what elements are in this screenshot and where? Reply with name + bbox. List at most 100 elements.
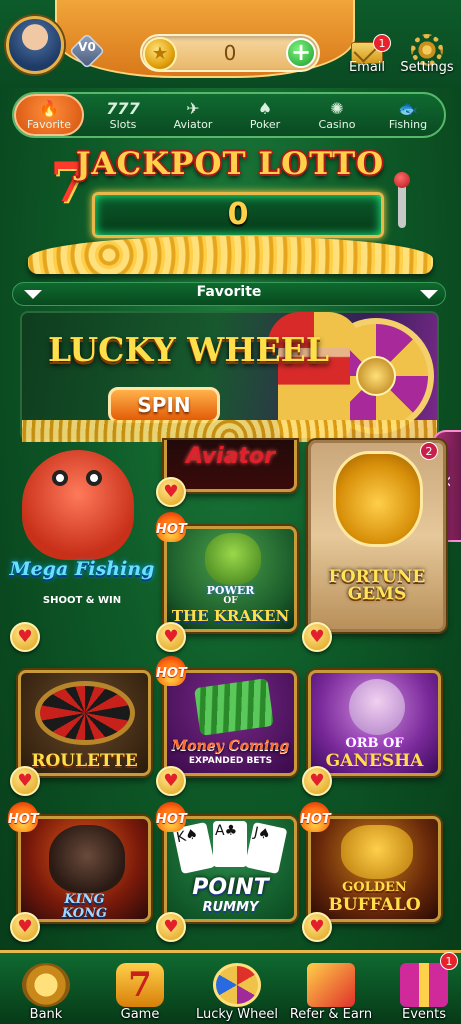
- nav-label: Refer & Earn: [289, 1007, 373, 1022]
- favorite-heart-icon[interactable]: ♥: [10, 912, 40, 942]
- game-title: Mega Fishing: [9, 558, 155, 580]
- game-orb-of-ganesha[interactable]: ORB OF GANESHA: [308, 670, 441, 776]
- favorite-heart-icon[interactable]: ♥: [302, 912, 332, 942]
- favorite-heart-icon[interactable]: ♥: [156, 477, 186, 507]
- game-title: ROULETTE: [31, 751, 138, 771]
- jackpot-title: JACKPOT LOTTO: [75, 146, 385, 182]
- favorite-heart-icon[interactable]: ♥: [302, 622, 332, 652]
- game-power-of-the-kraken[interactable]: POWER OF THE KRAKEN: [164, 526, 297, 632]
- lever-knob-icon: [394, 172, 410, 188]
- game-title-line1: KING: [64, 892, 105, 907]
- favorite-heart-icon[interactable]: ♥: [10, 622, 40, 652]
- game-subtitle: EXPANDED BETS: [188, 756, 273, 766]
- cash-stack-icon: [194, 678, 274, 736]
- tab-label: Aviator: [173, 117, 213, 131]
- game-king-kong[interactable]: KING KONG: [18, 816, 151, 922]
- tab-label: Casino: [318, 117, 356, 131]
- favorite-heart-icon[interactable]: ♥: [302, 766, 332, 796]
- eye-icon: [86, 470, 102, 486]
- game-title: Money Coming: [171, 738, 290, 754]
- game-title-line2: OF: [223, 596, 238, 606]
- tab-label: Poker: [249, 117, 281, 131]
- game-title: FORTUNE GEMS: [328, 567, 426, 604]
- golden-mask-icon: [333, 451, 423, 547]
- nav-refer-earn[interactable]: Refer & Earn: [284, 952, 378, 1024]
- tab-aviator[interactable]: ✈ Aviator: [158, 94, 228, 136]
- tab-favorite[interactable]: 🔥 Favorite: [14, 94, 84, 136]
- favorite-heart-icon[interactable]: ♥: [156, 766, 186, 796]
- avatar[interactable]: [6, 16, 64, 74]
- tab-poker[interactable]: ♠ Poker: [230, 94, 300, 136]
- game-golden-buffalo[interactable]: GOLDEN BUFFALO: [308, 816, 441, 922]
- favorite-heart-icon[interactable]: ♥: [156, 912, 186, 942]
- notification-badge: 2: [420, 442, 438, 460]
- section-title: Favorite: [196, 284, 262, 300]
- nav-game[interactable]: 7 Game: [108, 952, 172, 1024]
- wheel-icon: [213, 963, 261, 1007]
- settings-label: Settings: [400, 60, 454, 75]
- game-title-line2: GANESHA: [325, 751, 424, 771]
- coins-decoration: [22, 420, 437, 442]
- game-fortune-gems[interactable]: FORTUNE GEMS: [308, 440, 446, 632]
- nav-label: Lucky Wheel: [196, 1007, 278, 1022]
- balance-value: 0: [223, 41, 237, 65]
- game-title-line1: POWER: [206, 584, 255, 597]
- cards-icon: ♠: [257, 98, 273, 118]
- hot-badge: HOT: [8, 812, 39, 827]
- buffalo-icon: [341, 825, 413, 879]
- tab-label: Slots: [109, 117, 137, 131]
- game-money-coming[interactable]: Money Coming EXPANDED BETS: [164, 670, 297, 776]
- roulette-icon: ✺: [330, 98, 344, 118]
- game-title-line2: BUFFALO: [328, 895, 421, 915]
- gold-coins-decoration: [28, 236, 433, 274]
- email-button[interactable]: 1 Email: [345, 34, 391, 84]
- game-title-line1: GOLDEN: [342, 880, 407, 895]
- tab-slots[interactable]: 777 Slots: [88, 94, 158, 136]
- ganesha-icon: [349, 679, 405, 735]
- nav-lucky-wheel[interactable]: Lucky Wheel: [192, 952, 282, 1024]
- envelope-icon: [307, 963, 355, 1007]
- hot-badge: HOT: [156, 666, 187, 681]
- coin-icon: [143, 37, 177, 71]
- card-icon: J♠: [244, 821, 288, 875]
- wheel-hub: [356, 356, 396, 396]
- favorite-heart-icon[interactable]: ♥: [156, 622, 186, 652]
- tab-fishing[interactable]: 🐟 Fishing: [372, 94, 444, 136]
- eye-icon: [52, 470, 68, 486]
- spin-button[interactable]: SPIN: [108, 387, 220, 423]
- email-label: Email: [348, 60, 386, 75]
- flame-icon: 🔥: [39, 98, 59, 118]
- fish-icon: 🐟: [398, 98, 418, 118]
- tab-label: Favorite: [27, 117, 71, 131]
- game-point-rummy[interactable]: K♠ A♣ J♠ POINT RUMMY: [164, 816, 297, 922]
- game-mega-fishing[interactable]: Mega Fishing SHOOT & WIN: [8, 440, 156, 640]
- nav-label: Events: [401, 1007, 446, 1022]
- hot-badge: HOT: [156, 812, 187, 827]
- favorite-heart-icon[interactable]: ♥: [10, 766, 40, 796]
- nav-label: Game: [120, 1007, 160, 1022]
- add-funds-button[interactable]: +: [286, 38, 316, 68]
- settings-button[interactable]: Settings: [396, 34, 458, 84]
- hot-badge: HOT: [300, 812, 331, 827]
- monster-icon: [205, 533, 261, 585]
- octopus-icon: [22, 450, 134, 560]
- nav-label: Bank: [29, 1007, 63, 1022]
- banner-title: LUCKY WHEEL: [48, 330, 330, 369]
- game-title-line3: THE KRAKEN: [171, 607, 290, 625]
- email-badge: 1: [373, 34, 391, 52]
- tab-casino[interactable]: ✺ Casino: [302, 94, 372, 136]
- game-title-line1: ORB OF: [345, 736, 404, 751]
- 777-icon: 777: [106, 98, 140, 118]
- gift-box-icon: [400, 963, 448, 1007]
- game-title-line1: POINT: [192, 875, 269, 900]
- vip-level: V0: [78, 40, 96, 54]
- bank-icon: [22, 963, 70, 1007]
- nav-bank[interactable]: Bank: [14, 952, 78, 1024]
- game-title-line2: RUMMY: [202, 900, 259, 915]
- game-roulette[interactable]: ROULETTE: [18, 670, 151, 776]
- roulette-wheel-icon: [35, 681, 135, 745]
- card-icon: A♣: [213, 821, 247, 867]
- rocket-icon: ✈: [186, 98, 200, 118]
- hot-badge: HOT: [156, 522, 187, 537]
- chevron-down-icon[interactable]: [420, 290, 438, 299]
